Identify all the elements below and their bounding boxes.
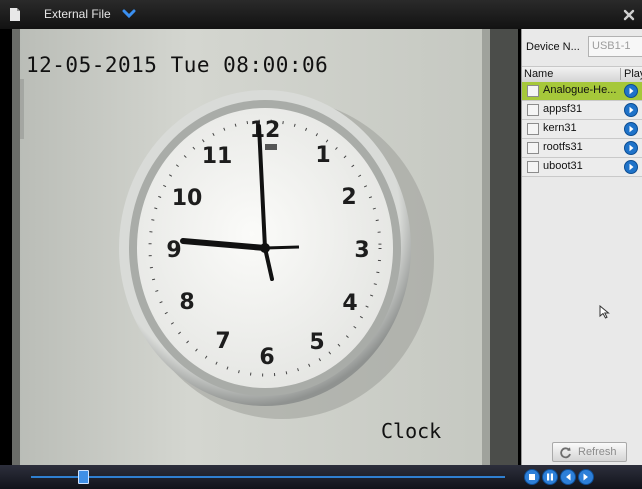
file-name: appsf31 [543, 103, 583, 115]
refresh-icon [560, 447, 571, 459]
fast-forward-icon[interactable] [578, 469, 594, 485]
file-checkbox[interactable] [527, 142, 539, 154]
osd-datetime: 12-05-2015 Tue 08:00:06 [26, 53, 329, 77]
svg-text:1: 1 [315, 143, 330, 168]
svg-text:8: 8 [179, 290, 194, 315]
list-item[interactable]: Analogue-He... [522, 82, 642, 101]
file-list: Analogue-He... appsf31 kern31 rootfs31 u… [522, 82, 642, 177]
list-item[interactable]: rootfs31 [522, 139, 642, 158]
svg-text:2: 2 [341, 185, 356, 210]
chevron-down-icon[interactable] [122, 8, 136, 20]
play-icon[interactable] [624, 103, 638, 117]
svg-text:3: 3 [354, 238, 369, 263]
file-list-header: Name Play [522, 66, 642, 83]
progress-thumb[interactable] [78, 470, 89, 484]
file-panel: Device N... USB1-1 Name Play Analogue-He… [521, 29, 642, 465]
play-icon[interactable] [624, 84, 638, 98]
svg-text:12: 12 [250, 118, 281, 143]
file-name: uboot31 [543, 160, 583, 172]
svg-text:9: 9 [166, 238, 181, 263]
file-checkbox[interactable] [527, 123, 539, 135]
list-item[interactable]: kern31 [522, 120, 642, 139]
refresh-label: Refresh [578, 446, 617, 458]
file-checkbox[interactable] [527, 161, 539, 173]
column-header-play[interactable]: Play [620, 68, 642, 80]
device-name-field[interactable]: USB1-1 [588, 36, 642, 57]
window-title: External File [44, 7, 111, 21]
mouse-cursor-icon [599, 305, 610, 319]
rewind-icon[interactable] [560, 469, 576, 485]
pause-icon[interactable] [542, 469, 558, 485]
svg-text:6: 6 [259, 345, 274, 370]
play-icon[interactable] [624, 122, 638, 136]
file-name: Analogue-He... [543, 84, 617, 96]
play-icon[interactable] [624, 160, 638, 174]
svg-text:4: 4 [342, 291, 357, 316]
osd-channel-name: Clock [381, 419, 442, 443]
progress-track[interactable] [31, 476, 505, 478]
title-bar: External File [0, 0, 642, 29]
play-icon[interactable] [624, 141, 638, 155]
document-icon [10, 8, 20, 21]
svg-text:7: 7 [215, 329, 230, 354]
playback-control-bar [0, 465, 642, 489]
file-name: rootfs31 [543, 141, 583, 153]
video-frame: 12 1 2 3 4 5 6 7 8 9 10 11 [12, 29, 518, 465]
device-name-label: Device N... [526, 41, 580, 53]
list-item[interactable]: uboot31 [522, 158, 642, 177]
column-header-name[interactable]: Name [524, 68, 553, 80]
stop-icon[interactable] [524, 469, 540, 485]
svg-text:10: 10 [172, 186, 203, 211]
list-item[interactable]: appsf31 [522, 101, 642, 120]
refresh-button[interactable]: Refresh [552, 442, 627, 462]
close-icon[interactable] [621, 7, 637, 23]
svg-text:5: 5 [309, 330, 324, 355]
file-checkbox[interactable] [527, 104, 539, 116]
svg-text:11: 11 [202, 144, 233, 169]
file-name: kern31 [543, 122, 577, 134]
file-checkbox[interactable] [527, 85, 539, 97]
video-playback-area[interactable]: 12 1 2 3 4 5 6 7 8 9 10 11 12-05-2015 Tu… [12, 29, 518, 465]
